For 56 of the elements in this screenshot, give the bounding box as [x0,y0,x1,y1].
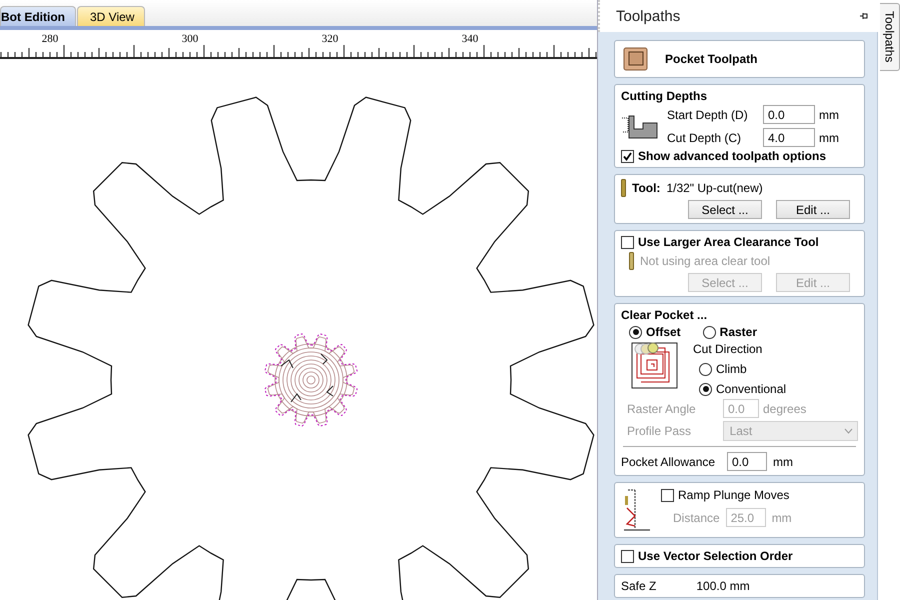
field-label: Distance [673,510,720,524]
depth-field[interactable]: 4.0 [763,128,815,147]
unit-label: mm [819,130,839,144]
option-label: Show advanced toolpath options [638,149,826,163]
depth-field[interactable]: 0.0 [763,105,815,124]
ruler-label: 340 [462,33,478,45]
checkbox[interactable] [621,150,634,162]
chevron-down-icon [844,428,853,434]
field-label: Pocket Allowance [621,454,716,468]
toolpath-title: Pocket Toolpath [665,52,758,66]
field-label: Profile Pass [627,424,692,438]
option-label: Use Vector Selection Order [638,549,793,563]
cut-direction-label: Cut Direction [693,342,764,356]
field-label: Raster Angle [627,402,697,416]
pin-icon[interactable] [860,12,868,20]
checkbox[interactable] [661,488,674,502]
radio-button[interactable] [629,326,642,338]
ruler-label: 300 [182,33,198,45]
checkbox[interactable] [621,550,634,562]
note-text: Not using area clear tool [640,254,770,268]
direction-label: Conventional [716,382,786,396]
view-tab[interactable]: 3D View [76,6,146,26]
radio-button[interactable] [699,362,712,376]
pocket-icon [623,46,649,72]
ramp-diagram-icon [623,488,651,532]
option-label: Ramp Plunge Moves [678,488,790,502]
field-value: 100.0 mm [696,579,750,593]
unit-label: mm [772,510,792,524]
unit-label: degrees [763,402,806,416]
unit-label: mm [773,454,793,468]
panel-title: Toolpaths [616,8,680,24]
field-label: Safe Z [621,579,656,593]
radio-button[interactable] [702,326,716,338]
section-title: Clear Pocket ... [621,308,708,322]
tool-button[interactable]: Select ... [688,200,762,219]
strategy-label: Offset [646,325,681,339]
tool-button[interactable]: Edit ... [776,200,850,219]
offset-pattern-icon [631,342,679,390]
view-tab[interactable]: Bot Edition [0,6,76,26]
strategy-label: Raster [720,325,758,339]
field-label: Cut Depth (C) [667,130,742,144]
checkbox[interactable] [621,236,634,248]
tool-bit-icon [621,179,626,197]
ruler-label: 320 [322,33,338,45]
unit-label: mm [819,108,839,122]
direction-label: Climb [716,362,747,376]
tool-name: 1/32" Up-cut(new) [666,181,763,195]
side-tab[interactable]: Toolpaths [880,3,900,71]
section-title: Cutting Depths [621,89,708,103]
tool-bit-icon [629,252,634,270]
field-label: Start Depth (D) [667,108,749,122]
tool-label: Tool: [632,181,660,195]
ruler-label: 280 [42,33,58,45]
radio-button[interactable] [699,382,712,396]
option-label: Use Larger Area Clearance Tool [638,235,819,249]
allowance-field[interactable]: 0.0 [727,452,767,471]
